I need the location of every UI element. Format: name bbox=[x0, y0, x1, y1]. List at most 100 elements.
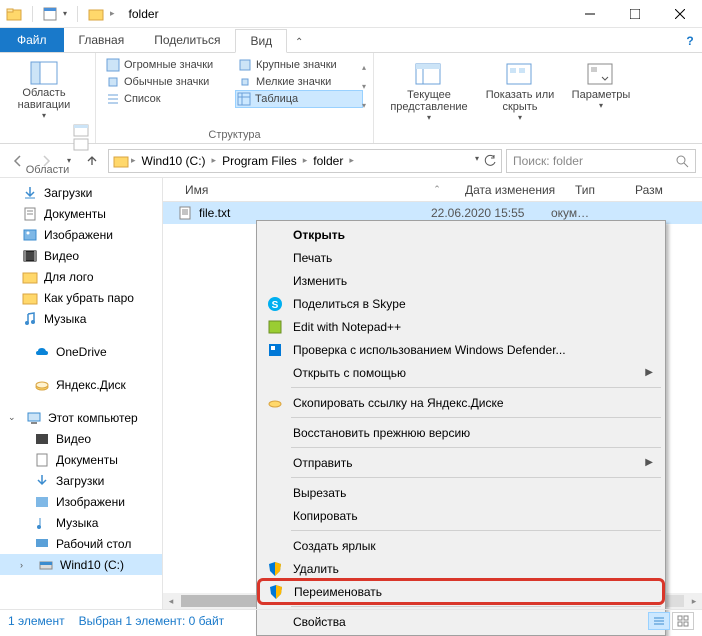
recent-dropdown[interactable]: ▾ bbox=[62, 149, 76, 173]
col-name[interactable]: Имя bbox=[177, 183, 417, 197]
refresh-icon[interactable] bbox=[483, 154, 497, 168]
column-headers[interactable]: Имя ⌃ Дата изменения Тип Разм bbox=[163, 178, 702, 202]
file-date: 22.06.2020 15:55 bbox=[431, 206, 551, 220]
folder-icon bbox=[113, 153, 129, 169]
scroll-left-icon: ◂ bbox=[163, 596, 179, 607]
context-menu: Открыть Печать Изменить SПоделиться в Sk… bbox=[256, 220, 666, 636]
expand-icon[interactable]: ▾ bbox=[362, 101, 366, 110]
tab-share[interactable]: Поделиться bbox=[139, 28, 235, 52]
ctx-open[interactable]: Открыть bbox=[259, 223, 663, 246]
ctx-edit[interactable]: Изменить bbox=[259, 269, 663, 292]
svg-text:S: S bbox=[272, 300, 279, 311]
chevron-right-icon[interactable]: › bbox=[20, 560, 32, 570]
ctx-cut[interactable]: Вырезать bbox=[259, 481, 663, 504]
layout-normal[interactable]: Обычные значки bbox=[104, 74, 232, 90]
yandex-disk-icon bbox=[34, 377, 50, 393]
search-icon bbox=[675, 154, 689, 168]
window-title: folder bbox=[129, 7, 159, 21]
search-input[interactable]: Поиск: folder bbox=[506, 149, 696, 173]
document-icon bbox=[22, 206, 38, 222]
show-hide-button[interactable]: Показать или скрыть▾ bbox=[480, 59, 560, 126]
tab-view[interactable]: Вид bbox=[235, 29, 287, 53]
ribbon-toggle-icon[interactable]: ⌃ bbox=[287, 33, 311, 52]
col-size[interactable]: Разм bbox=[627, 183, 671, 197]
cloud-icon bbox=[34, 344, 50, 360]
chevron-down-icon[interactable]: ⌄ bbox=[8, 412, 20, 423]
ctx-delete[interactable]: Удалить bbox=[259, 557, 663, 580]
tab-file[interactable]: Файл bbox=[0, 28, 64, 52]
status-bar: 1 элемент Выбран 1 элемент: 0 байт bbox=[0, 609, 702, 631]
view-details-button[interactable] bbox=[648, 612, 670, 630]
ctx-restore[interactable]: Восстановить прежнюю версию bbox=[259, 421, 663, 444]
file-type: окум… bbox=[551, 206, 589, 220]
status-selection: Выбран 1 элемент: 0 байт bbox=[79, 614, 225, 628]
ctx-defender[interactable]: Проверка с использованием Windows Defend… bbox=[259, 338, 663, 361]
current-view-button[interactable]: Текущее представление▾ bbox=[382, 59, 476, 126]
crumb-folder[interactable]: folder bbox=[309, 154, 347, 168]
address-bar: ▾ ▸ Wind10 (C:) ▸ Program Files ▸ folder… bbox=[0, 144, 702, 178]
computer-icon bbox=[26, 410, 42, 426]
up-button[interactable] bbox=[80, 149, 104, 173]
ctx-shortcut[interactable]: Создать ярлык bbox=[259, 534, 663, 557]
chevron-right-icon: ▶ bbox=[645, 457, 653, 468]
scroll-up-icon[interactable]: ▴ bbox=[362, 63, 366, 72]
layout-huge[interactable]: Огромные значки bbox=[104, 57, 232, 73]
props-quick-icon[interactable] bbox=[43, 7, 57, 21]
view-icons-button[interactable] bbox=[672, 612, 694, 630]
sidebar-item-label[interactable]: Загрузки bbox=[44, 186, 92, 200]
options-button[interactable]: Параметры▾ bbox=[564, 59, 638, 114]
layout-table[interactable]: Таблица bbox=[235, 90, 363, 108]
sort-indicator-icon: ⌃ bbox=[417, 184, 457, 195]
ctx-openwith[interactable]: Открыть с помощью▶ bbox=[259, 361, 663, 384]
ctx-notepad[interactable]: Edit with Notepad++ bbox=[259, 315, 663, 338]
back-button[interactable] bbox=[6, 149, 30, 173]
crumb-drive[interactable]: Wind10 (C:) bbox=[138, 154, 210, 168]
ctx-skype[interactable]: SПоделиться в Skype bbox=[259, 292, 663, 315]
ctx-sendto[interactable]: Отправить▶ bbox=[259, 451, 663, 474]
layout-large[interactable]: Крупные значки bbox=[236, 57, 364, 73]
col-type[interactable]: Тип bbox=[567, 183, 627, 197]
layout-list[interactable]: Список bbox=[104, 91, 232, 107]
shield-icon bbox=[268, 584, 284, 600]
video-icon bbox=[22, 248, 38, 264]
ribbon: Область навигации ▾ Области Огромные зна… bbox=[0, 52, 702, 144]
navigation-tree[interactable]: Загрузки Документы Изображени Видео Для … bbox=[0, 178, 162, 609]
picture-icon bbox=[22, 227, 38, 243]
download-icon bbox=[22, 185, 38, 201]
help-icon[interactable]: ? bbox=[678, 30, 702, 52]
breadcrumb-sep-icon: ▸ bbox=[110, 8, 115, 19]
ribbon-tabs: Файл Главная Поделиться Вид ⌃ ? bbox=[0, 28, 702, 52]
layout-small[interactable]: Мелкие значки bbox=[236, 74, 364, 90]
folder-icon-small bbox=[88, 6, 104, 22]
scroll-down-icon[interactable]: ▾ bbox=[362, 82, 366, 91]
title-bar: ▾ ▸ folder bbox=[0, 0, 702, 28]
notepad-icon bbox=[267, 319, 283, 335]
breadcrumb[interactable]: ▸ Wind10 (C:) ▸ Program Files ▸ folder ▸… bbox=[108, 149, 502, 173]
nav-pane-button[interactable]: Область навигации ▾ bbox=[8, 57, 80, 124]
chevron-right-icon: ▶ bbox=[645, 367, 653, 378]
nav-pane-label: Область навигации bbox=[10, 87, 78, 111]
forward-button[interactable] bbox=[34, 149, 58, 173]
close-button[interactable] bbox=[657, 0, 702, 28]
ctx-copy[interactable]: Копировать bbox=[259, 504, 663, 527]
shield-icon bbox=[267, 561, 283, 577]
qat-dropdown-icon[interactable]: ▾ bbox=[63, 9, 67, 18]
music-icon bbox=[34, 515, 50, 531]
crumb-progfiles[interactable]: Program Files bbox=[218, 154, 301, 168]
tab-home[interactable]: Главная bbox=[64, 28, 140, 52]
scroll-right-icon: ▸ bbox=[686, 596, 702, 607]
breadcrumb-dropdown-icon[interactable]: ▾ bbox=[475, 154, 479, 168]
col-date[interactable]: Дата изменения bbox=[457, 183, 567, 197]
video-icon bbox=[34, 431, 50, 447]
skype-icon: S bbox=[267, 296, 283, 312]
minimize-button[interactable] bbox=[567, 0, 612, 28]
desktop-icon bbox=[34, 536, 50, 552]
ctx-print[interactable]: Печать bbox=[259, 246, 663, 269]
ctx-rename[interactable]: Переименовать bbox=[257, 578, 665, 605]
ctx-yandex-copy[interactable]: Скопировать ссылку на Яндекс.Диске bbox=[259, 391, 663, 414]
defender-icon bbox=[267, 342, 283, 358]
text-file-icon bbox=[177, 205, 193, 221]
download-icon bbox=[34, 473, 50, 489]
music-icon bbox=[22, 311, 38, 327]
maximize-button[interactable] bbox=[612, 0, 657, 28]
